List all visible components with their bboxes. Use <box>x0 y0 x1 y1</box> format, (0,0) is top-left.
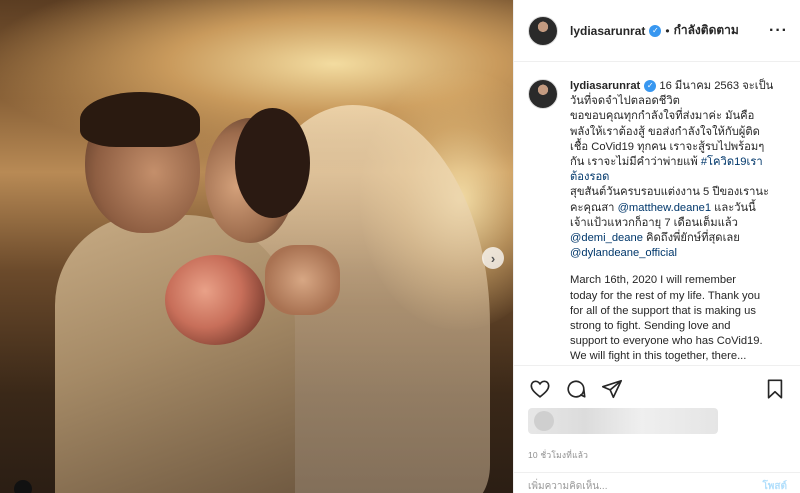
share-button[interactable] <box>600 377 624 401</box>
photo-groom-hair <box>80 92 200 147</box>
hashtag-link[interactable]: #โควิด19เรา <box>701 156 763 168</box>
english-line: support to everyone who has CoVid19. <box>570 335 763 348</box>
caption-line: คิดถึงพี่ยักษ์ที่สุดเลย <box>642 232 740 245</box>
photo-corner-dot <box>14 480 32 493</box>
photo-hand <box>265 245 340 315</box>
caption-line: เชื้อ CoVid19 ทุกคน เราจะสู้รบไปพร้อมๆ <box>570 140 765 153</box>
caption-line: วันที่จดจำไปตลอดชีวิต <box>570 95 680 108</box>
english-line: strong to fight. Sending love and <box>570 320 731 333</box>
hashtag-link-cont[interactable]: ต้องรอด <box>570 171 609 183</box>
english-line: We will fight in this together, there... <box>570 350 747 363</box>
verified-badge-icon: ✓ <box>644 80 657 93</box>
checkmark-glyph: ✓ <box>652 26 659 35</box>
mention-link[interactable]: @demi_deane <box>570 232 643 244</box>
post-sidebar: lydiasarunrat ✓ • กำลังติดตาม ··· lydias… <box>513 0 800 493</box>
caption-line: เจ้าแป้วแหวกก็อายุ 7 เดือนเต็มแล้ว <box>570 216 738 229</box>
next-photo-button[interactable]: › <box>482 247 504 269</box>
caption-text: lydiasarunrat ✓ 16 มีนาคม 2563 จะเป็น วัน… <box>570 79 790 365</box>
share-icon <box>602 379 622 398</box>
comment-bar: เพิ่มความคิดเห็น... โพสต์ <box>514 472 800 493</box>
more-options-icon[interactable]: ··· <box>769 22 788 40</box>
following-button[interactable]: กำลังติดตาม <box>674 21 739 40</box>
header-username[interactable]: lydiasarunrat <box>570 24 645 38</box>
caption-line: พลังให้เราต้องสู้ ขอส่งกำลังใจให้กับผู้ต… <box>570 125 760 138</box>
caption-line: ขอขอบคุณทุกกำลังใจที่ส่งมาค่ะ มันคือ <box>570 110 755 123</box>
english-line: March 16th, 2020 I will remember <box>570 274 737 287</box>
mention-link[interactable]: @dylandeane_official <box>570 247 677 259</box>
photo-bouquet <box>165 255 265 345</box>
avatar[interactable] <box>528 15 558 46</box>
heart-icon <box>530 379 550 398</box>
photo-bride-hair <box>235 108 310 218</box>
save-button[interactable] <box>763 377 787 401</box>
caption-line: กัน เราจะไม่มีคำว่าพ่ายแพ้ <box>570 156 701 169</box>
english-line: today for the rest of my life. Thank you <box>570 289 761 302</box>
post-photo[interactable]: › <box>0 0 513 493</box>
caption-line: คะคุณสา <box>570 201 618 214</box>
caption-username[interactable]: lydiasarunrat <box>570 80 640 92</box>
likes-summary-blurred[interactable] <box>528 408 718 434</box>
verified-badge-icon: ✓ <box>649 24 662 37</box>
header-separator: • <box>665 23 670 38</box>
comment-icon <box>567 379 586 398</box>
photo-groom-body <box>55 215 295 493</box>
caption-area: lydiasarunrat ✓ 16 มีนาคม 2563 จะเป็น วัน… <box>514 63 800 365</box>
comment-input[interactable]: เพิ่มความคิดเห็น... <box>528 479 607 493</box>
like-button[interactable] <box>528 377 552 401</box>
post-timestamp[interactable]: 10 ชั่วโมงที่แล้ว <box>528 448 588 462</box>
post-comment-button[interactable]: โพสต์ <box>762 479 787 493</box>
chevron-right-icon: › <box>490 250 496 266</box>
mention-link[interactable]: @matthew.deane1 <box>618 202 711 214</box>
liker-avatar <box>534 411 554 431</box>
english-line: for all of the support that is making us <box>570 304 756 317</box>
comment-button[interactable] <box>564 377 588 401</box>
checkmark-glyph: ✓ <box>646 81 654 91</box>
caption-avatar[interactable] <box>528 79 558 109</box>
caption-line: 16 มีนาคม 2563 จะเป็น <box>659 80 774 92</box>
action-bar <box>514 365 800 411</box>
bookmark-icon <box>767 378 783 399</box>
caption-line: สุขสันต์วันครบรอบแต่งงาน 5 ปีของเรานะ <box>570 186 770 199</box>
caption-line: และวันนี้ <box>711 201 756 214</box>
post-modal: › lydiasarunrat ✓ • กำลังติดตาม ··· lydi… <box>0 0 800 493</box>
post-header: lydiasarunrat ✓ • กำลังติดตาม ··· <box>514 0 800 62</box>
